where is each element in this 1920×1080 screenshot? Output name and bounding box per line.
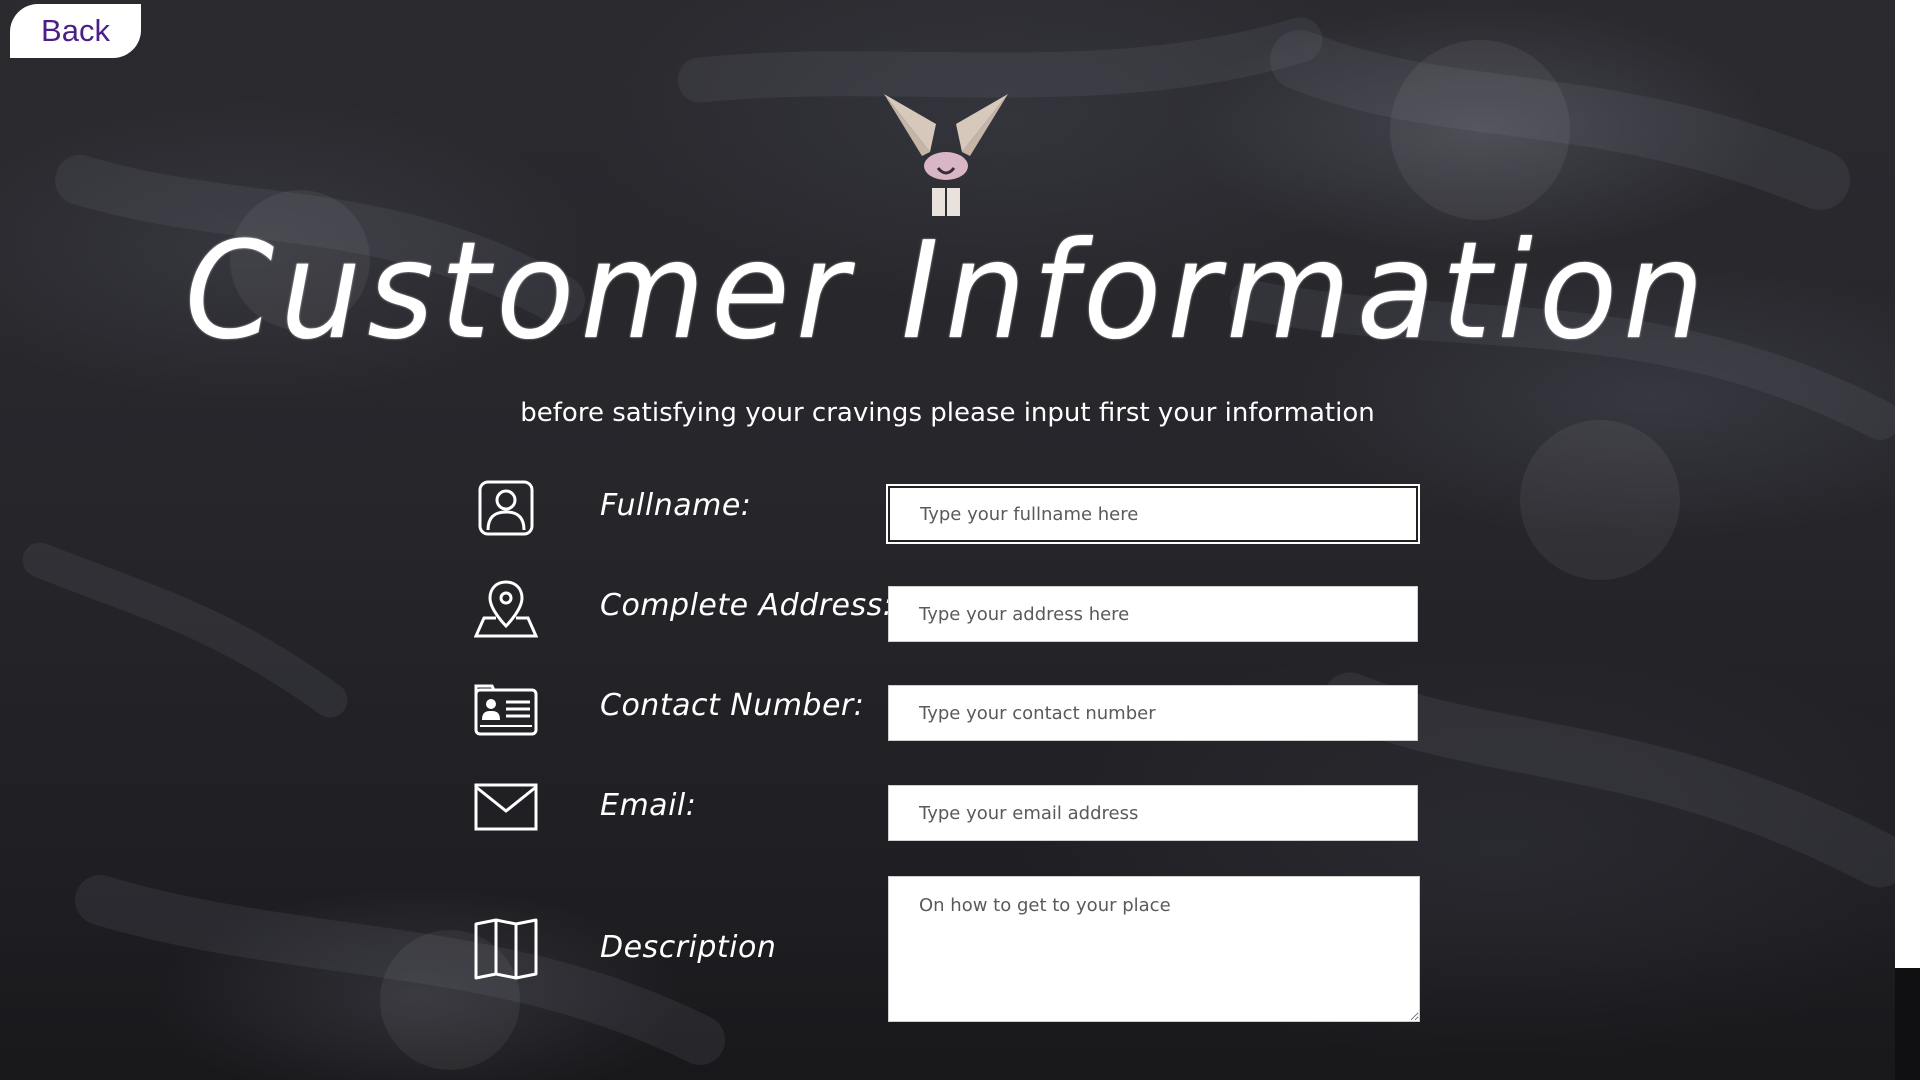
email-input[interactable] <box>888 785 1418 841</box>
folded-map-icon <box>474 918 538 980</box>
address-label: Complete Address: <box>600 588 894 623</box>
page-subtitle: before satisfying your cravings please i… <box>520 398 1375 428</box>
logo-icon <box>884 94 1008 216</box>
contact-input[interactable] <box>888 685 1418 741</box>
fullname-input[interactable] <box>888 486 1418 542</box>
envelope-icon <box>474 783 538 831</box>
page-scrollbar-area <box>1895 0 1920 968</box>
fullname-label: Fullname: <box>600 488 752 523</box>
description-label: Description <box>600 930 777 965</box>
page-title: Customer Information <box>184 213 1711 370</box>
user-icon <box>478 480 534 536</box>
page-scrollbar-bottom <box>1895 968 1920 1080</box>
address-input[interactable] <box>888 586 1418 642</box>
back-button[interactable]: Back <box>10 4 141 58</box>
description-textarea[interactable] <box>888 876 1420 1022</box>
contact-card-icon <box>474 684 538 736</box>
email-label: Email: <box>600 788 697 823</box>
map-pin-icon <box>474 580 538 638</box>
contact-label: Contact Number: <box>600 688 865 723</box>
